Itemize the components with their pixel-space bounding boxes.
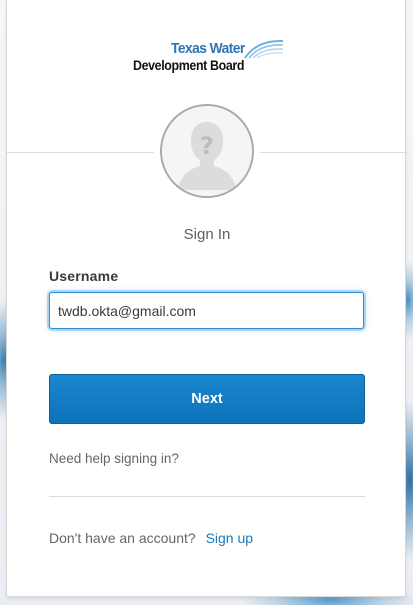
next-button[interactable]: Next [49, 374, 365, 424]
footer-divider [49, 496, 365, 497]
sign-in-heading: Sign In [183, 226, 231, 243]
logo-line-2: Development Board [133, 58, 245, 73]
sign-up-link[interactable]: Sign up [206, 530, 253, 546]
username-label: Username [49, 268, 119, 284]
water-wave-icon [244, 39, 284, 59]
svg-text:?: ? [200, 132, 214, 160]
signup-row: Don't have an account? Sign up [49, 530, 253, 546]
need-help-link[interactable]: Need help signing in? [49, 451, 179, 466]
sign-in-card: Texas Water Development Board ? Sign In … [6, 0, 407, 597]
user-placeholder-icon: ? [160, 104, 254, 198]
no-account-text: Don't have an account? [49, 530, 196, 546]
twdb-logo: Texas Water Development Board [133, 36, 284, 78]
header-divider-left [7, 152, 154, 153]
logo-line-1: Texas Water [171, 40, 245, 57]
username-input[interactable] [49, 292, 364, 329]
header-divider-right [260, 152, 407, 153]
